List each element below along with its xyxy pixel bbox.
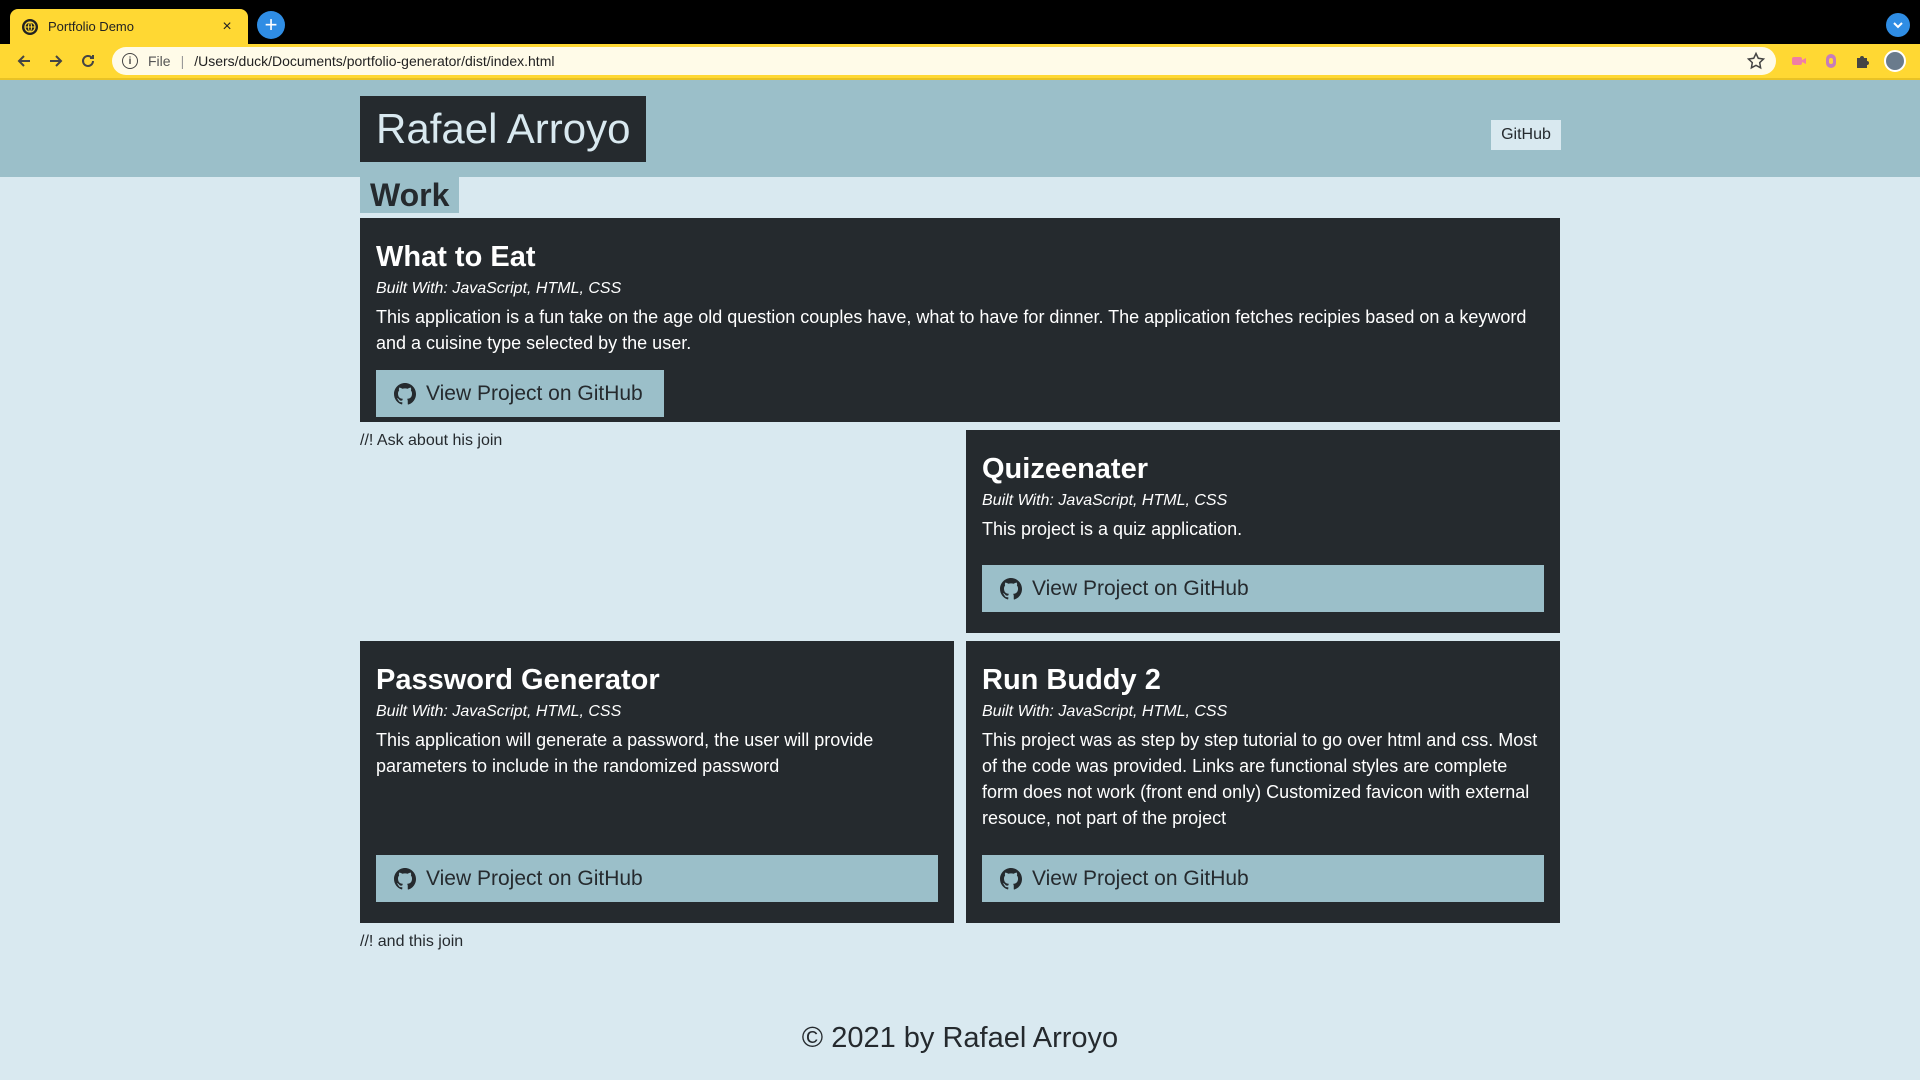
forward-button[interactable] (40, 47, 72, 75)
extension-shield-icon[interactable] (1820, 50, 1842, 72)
project-card: What to Eat Built With: JavaScript, HTML… (360, 218, 1560, 422)
extensions-area (1788, 50, 1906, 72)
project-description: This project is a quiz application. (982, 519, 1243, 539)
back-button[interactable] (8, 47, 40, 75)
project-title: Run Buddy 2 (982, 664, 1161, 696)
reload-button[interactable] (72, 47, 104, 75)
browser-tabstrip: Portfolio Demo × + (0, 0, 1920, 44)
new-tab-button[interactable]: + (257, 11, 285, 39)
star-icon[interactable] (1746, 51, 1766, 71)
project-title: What to Eat (376, 241, 536, 273)
project-built-with: Built With: JavaScript, HTML, CSS (376, 703, 622, 720)
chevron-down-icon (1893, 22, 1903, 29)
extension-video-icon[interactable] (1788, 50, 1810, 72)
github-icon (394, 382, 416, 405)
view-project-button[interactable]: View Project on GitHub (982, 565, 1544, 612)
tab-search-button[interactable] (1886, 13, 1910, 37)
code-comment-note: //! Ask about his join (360, 432, 503, 449)
arrow-right-icon (50, 55, 63, 67)
project-description: This application is a fun take on the ag… (376, 307, 1527, 353)
profile-avatar[interactable] (1884, 50, 1906, 72)
github-icon (394, 867, 416, 890)
site-title: Rafael Arroyo (360, 96, 647, 162)
project-card: Run Buddy 2 Built With: JavaScript, HTML… (966, 641, 1560, 923)
address-bar[interactable]: i File | /Users/duck/Documents/portfolio… (112, 47, 1776, 75)
project-built-with: Built With: JavaScript, HTML, CSS (982, 703, 1228, 720)
tab-close-icon[interactable]: × (218, 18, 236, 36)
github-icon (1000, 867, 1022, 890)
arrow-left-icon (17, 55, 30, 67)
url-text[interactable]: /Users/duck/Documents/portfolio-generato… (194, 53, 1746, 69)
project-built-with: Built With: JavaScript, HTML, CSS (376, 280, 622, 297)
puzzle-icon[interactable] (1852, 50, 1874, 72)
project-title: Quizeenater (982, 453, 1148, 485)
browser-toolbar: i File | /Users/duck/Documents/portfolio… (0, 44, 1920, 80)
view-project-button[interactable]: View Project on GitHub (376, 855, 938, 902)
view-project-label: View Project on GitHub (1032, 576, 1249, 600)
scheme-label: File (148, 53, 171, 69)
project-card: Password Generator Built With: JavaScrip… (360, 641, 954, 923)
browser-tab[interactable]: Portfolio Demo × (10, 9, 248, 44)
scheme-separator: | (180, 53, 185, 69)
project-card: Quizeenater Built With: JavaScript, HTML… (966, 430, 1560, 633)
reload-icon (82, 54, 94, 67)
globe-icon (22, 18, 38, 35)
view-project-label: View Project on GitHub (1032, 866, 1249, 890)
project-description: This project was as step by step tutoria… (982, 730, 1538, 828)
code-comment-note: //! and this join (360, 933, 464, 950)
github-icon (1000, 577, 1022, 600)
site-footer: © 2021 by Rafael Arroyo (801, 1022, 1119, 1054)
view-project-button[interactable]: View Project on GitHub (982, 855, 1544, 902)
project-description: This application will generate a passwor… (376, 730, 874, 776)
view-project-label: View Project on GitHub (426, 381, 643, 405)
tab-title: Portfolio Demo (48, 19, 134, 34)
site-header: Rafael Arroyo GitHub (0, 80, 1920, 177)
github-nav-link[interactable]: GitHub (1491, 120, 1561, 150)
view-project-button[interactable]: View Project on GitHub (376, 370, 664, 417)
project-built-with: Built With: JavaScript, HTML, CSS (982, 492, 1228, 509)
section-title: Work (360, 177, 460, 213)
view-project-label: View Project on GitHub (426, 866, 643, 890)
project-title: Password Generator (376, 664, 660, 696)
info-icon[interactable]: i (122, 53, 138, 69)
